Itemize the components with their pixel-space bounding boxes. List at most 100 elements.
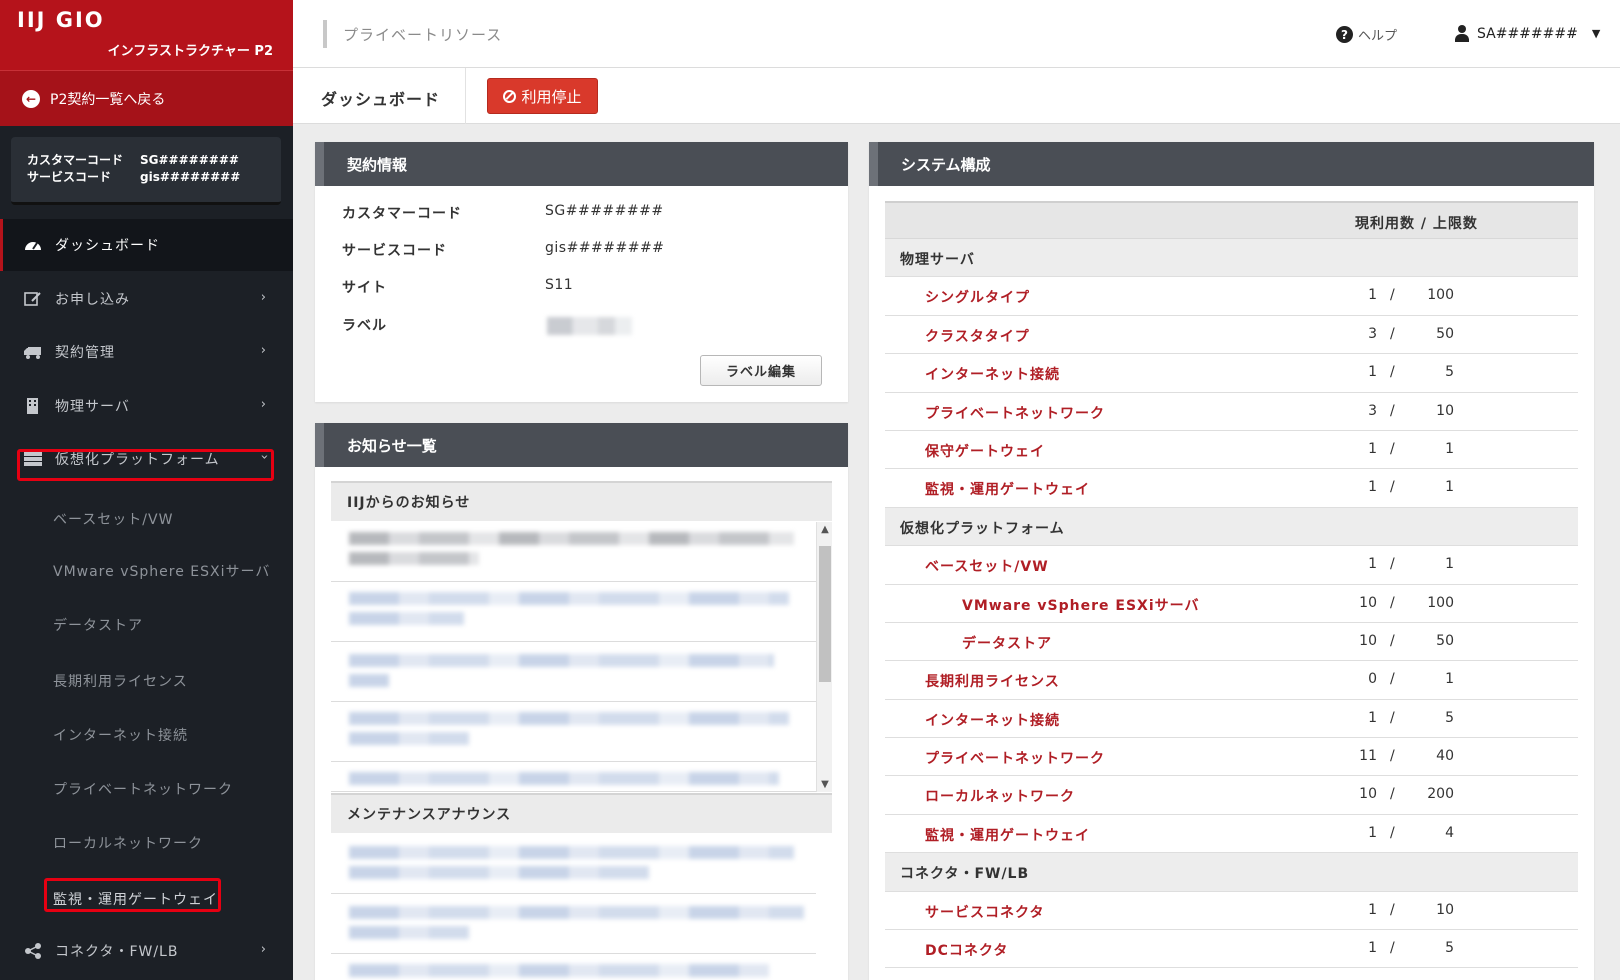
sidebar: IIJ GIO インフラストラクチャー P2 ← P2契約一覧へ戻る カスタマー… — [0, 0, 293, 980]
news-item[interactable] — [331, 582, 816, 642]
table-row: DCコネクタ 1 / 5 — [885, 930, 1578, 969]
news-section-iij: IIJからのお知らせ — [331, 481, 832, 521]
usage-limit: 40 — [1436, 748, 1454, 765]
help-label: ヘルプ — [1358, 29, 1398, 44]
caret-down-icon: ▼ — [1591, 27, 1601, 40]
share-icon — [24, 943, 42, 959]
sidebar-item-label: ダッシュボード — [55, 238, 160, 254]
suspend-button-label: 利用停止 — [521, 87, 582, 106]
back-to-contracts-link[interactable]: ← P2契約一覧へ戻る — [0, 70, 293, 126]
subnav-baseset[interactable]: ベースセット/VW — [53, 509, 173, 529]
news-item[interactable] — [331, 834, 816, 894]
usage-separator: / — [1390, 287, 1395, 304]
contract-key: ラベル — [342, 318, 387, 334]
news-item[interactable] — [331, 642, 816, 702]
table-row: シングルタイプ 1 / 100 — [885, 277, 1578, 316]
panel-title: お知らせ一覧 — [315, 423, 848, 467]
highlight-box — [17, 449, 274, 481]
subnav-private-network[interactable]: プライベートネットワーク — [53, 779, 233, 799]
contract-key: サイト — [342, 280, 387, 296]
news-item[interactable] — [331, 894, 816, 954]
subnav-internet[interactable]: インターネット接続 — [53, 725, 188, 745]
sidebar-item-connector[interactable]: コネクタ・FW/LB › — [0, 925, 293, 977]
table-row: データストア 10 / 50 — [885, 623, 1578, 662]
resource-link[interactable]: ローカルネットワーク — [925, 786, 1075, 806]
system-config-panel: システム構成 現利用数 / 上限数 物理サーバ シングルタイプ 1/100 クラスタタ… — [869, 142, 1594, 980]
tab-dashboard[interactable]: ダッシュボード — [321, 86, 440, 110]
truck-icon — [24, 344, 42, 360]
user-menu[interactable]: SA####### ▼ — [1455, 25, 1600, 42]
ban-icon — [503, 89, 517, 103]
sidebar-item-label: お申し込み — [55, 292, 130, 308]
table-row: ベースセット/VW 1 / 1 — [885, 546, 1578, 585]
usage-separator: / — [1390, 824, 1395, 841]
building-icon — [24, 398, 42, 414]
resource-link[interactable]: 長期利用ライセンス — [925, 671, 1060, 691]
current-usage: 10 — [1359, 632, 1377, 649]
usage-limit: 100 — [1427, 594, 1454, 611]
resource-link[interactable]: インターネット接続 — [925, 710, 1060, 730]
usage-limit: 5 — [1445, 940, 1454, 957]
contract-info-panel: 契約情報 カスタマーコード SG######## サービスコード gis####… — [315, 142, 848, 402]
subnav-local-network[interactable]: ローカルネットワーク — [53, 833, 203, 853]
label-edit-button[interactable]: ラベル編集 — [700, 355, 822, 386]
news-item[interactable] — [331, 762, 816, 792]
table-row: サービスコネクタ 1 / 10 — [885, 892, 1578, 931]
subnav-datastore[interactable]: データストア — [53, 615, 143, 635]
chevron-right-icon: › — [260, 290, 267, 305]
sidebar-item-dashboard[interactable]: ダッシュボード — [0, 219, 293, 271]
table-row: プライベートネットワーク 3 / 10 — [885, 393, 1578, 431]
chevron-right-icon: › — [260, 397, 267, 412]
label-value-redacted — [547, 317, 632, 335]
resource-link[interactable]: インターネット接続 — [925, 364, 1060, 384]
table-row: クラスタタイプ 3 / 50 — [885, 316, 1578, 355]
scrollbar-thumb[interactable] — [819, 546, 831, 682]
usage-separator: / — [1390, 748, 1395, 765]
current-usage: 1 — [1368, 940, 1377, 957]
sidebar-item-label: 契約管理 — [55, 345, 115, 361]
news-scrollbar[interactable]: ▲ ▼ — [816, 522, 832, 792]
resource-link[interactable]: 監視・運用ゲートウェイ — [925, 479, 1090, 499]
contract-key: サービスコード — [342, 243, 447, 259]
resource-link[interactable]: プライベートネットワーク — [925, 403, 1105, 423]
news-item[interactable] — [331, 522, 816, 582]
resource-link[interactable]: ベースセット/VW — [925, 556, 1049, 576]
table-row: プライベートネットワーク 11 / 40 — [885, 738, 1578, 777]
table-header: 現利用数 / 上限数 — [885, 201, 1578, 239]
brand-header: IIJ GIO インフラストラクチャー P2 — [0, 0, 293, 70]
scroll-down-icon[interactable]: ▼ — [817, 779, 833, 790]
subnav-esxi-server[interactable]: VMware vSphere ESXiサーバ — [53, 561, 270, 581]
scroll-up-icon[interactable]: ▲ — [817, 524, 833, 535]
sidebar-item-application[interactable]: お申し込み › — [0, 273, 293, 325]
resource-link[interactable]: VMware vSphere ESXiサーバ — [962, 595, 1200, 615]
resource-link[interactable]: 監視・運用ゲートウェイ — [925, 825, 1090, 845]
suspend-button[interactable]: 利用停止 — [487, 78, 598, 114]
current-usage: 1 — [1368, 364, 1377, 381]
usage-limit: 50 — [1436, 325, 1454, 342]
resource-link[interactable]: 保守ゲートウェイ — [925, 441, 1045, 461]
table-row: 監視・運用ゲートウェイ 1 / 4 — [885, 815, 1578, 854]
subnav-long-term-license[interactable]: 長期利用ライセンス — [53, 671, 188, 691]
resource-link[interactable]: DCコネクタ — [925, 940, 1008, 960]
sidebar-item-contract[interactable]: 契約管理 › — [0, 326, 293, 378]
usage-separator: / — [1390, 325, 1395, 342]
news-item[interactable] — [331, 954, 816, 980]
news-panel: お知らせ一覧 IIJからのお知らせ ▲ ▼ メンテナンスアナウンス — [315, 423, 848, 980]
contract-value: gis######## — [545, 240, 665, 256]
sidebar-item-label: コネクタ・FW/LB — [55, 944, 179, 960]
contract-value: S11 — [545, 277, 574, 293]
resource-link[interactable]: クラスタタイプ — [925, 326, 1030, 346]
current-usage: 1 — [1368, 440, 1377, 457]
resource-link[interactable]: サービスコネクタ — [925, 902, 1044, 922]
resource-link[interactable]: データストア — [962, 633, 1052, 653]
resource-link[interactable]: シングルタイプ — [925, 287, 1030, 307]
usage-separator: / — [1390, 440, 1395, 457]
sidebar-item-physical-server[interactable]: 物理サーバ › — [0, 380, 293, 432]
usage-limit: 200 — [1427, 786, 1454, 803]
news-item[interactable] — [331, 702, 816, 762]
usage-limit: 10 — [1436, 901, 1454, 918]
help-link[interactable]: ? ヘルプ — [1336, 25, 1397, 44]
resource-link[interactable]: プライベートネットワーク — [925, 748, 1105, 768]
usage-limit: 4 — [1445, 824, 1454, 841]
service-code-value: gis######## — [140, 170, 241, 184]
